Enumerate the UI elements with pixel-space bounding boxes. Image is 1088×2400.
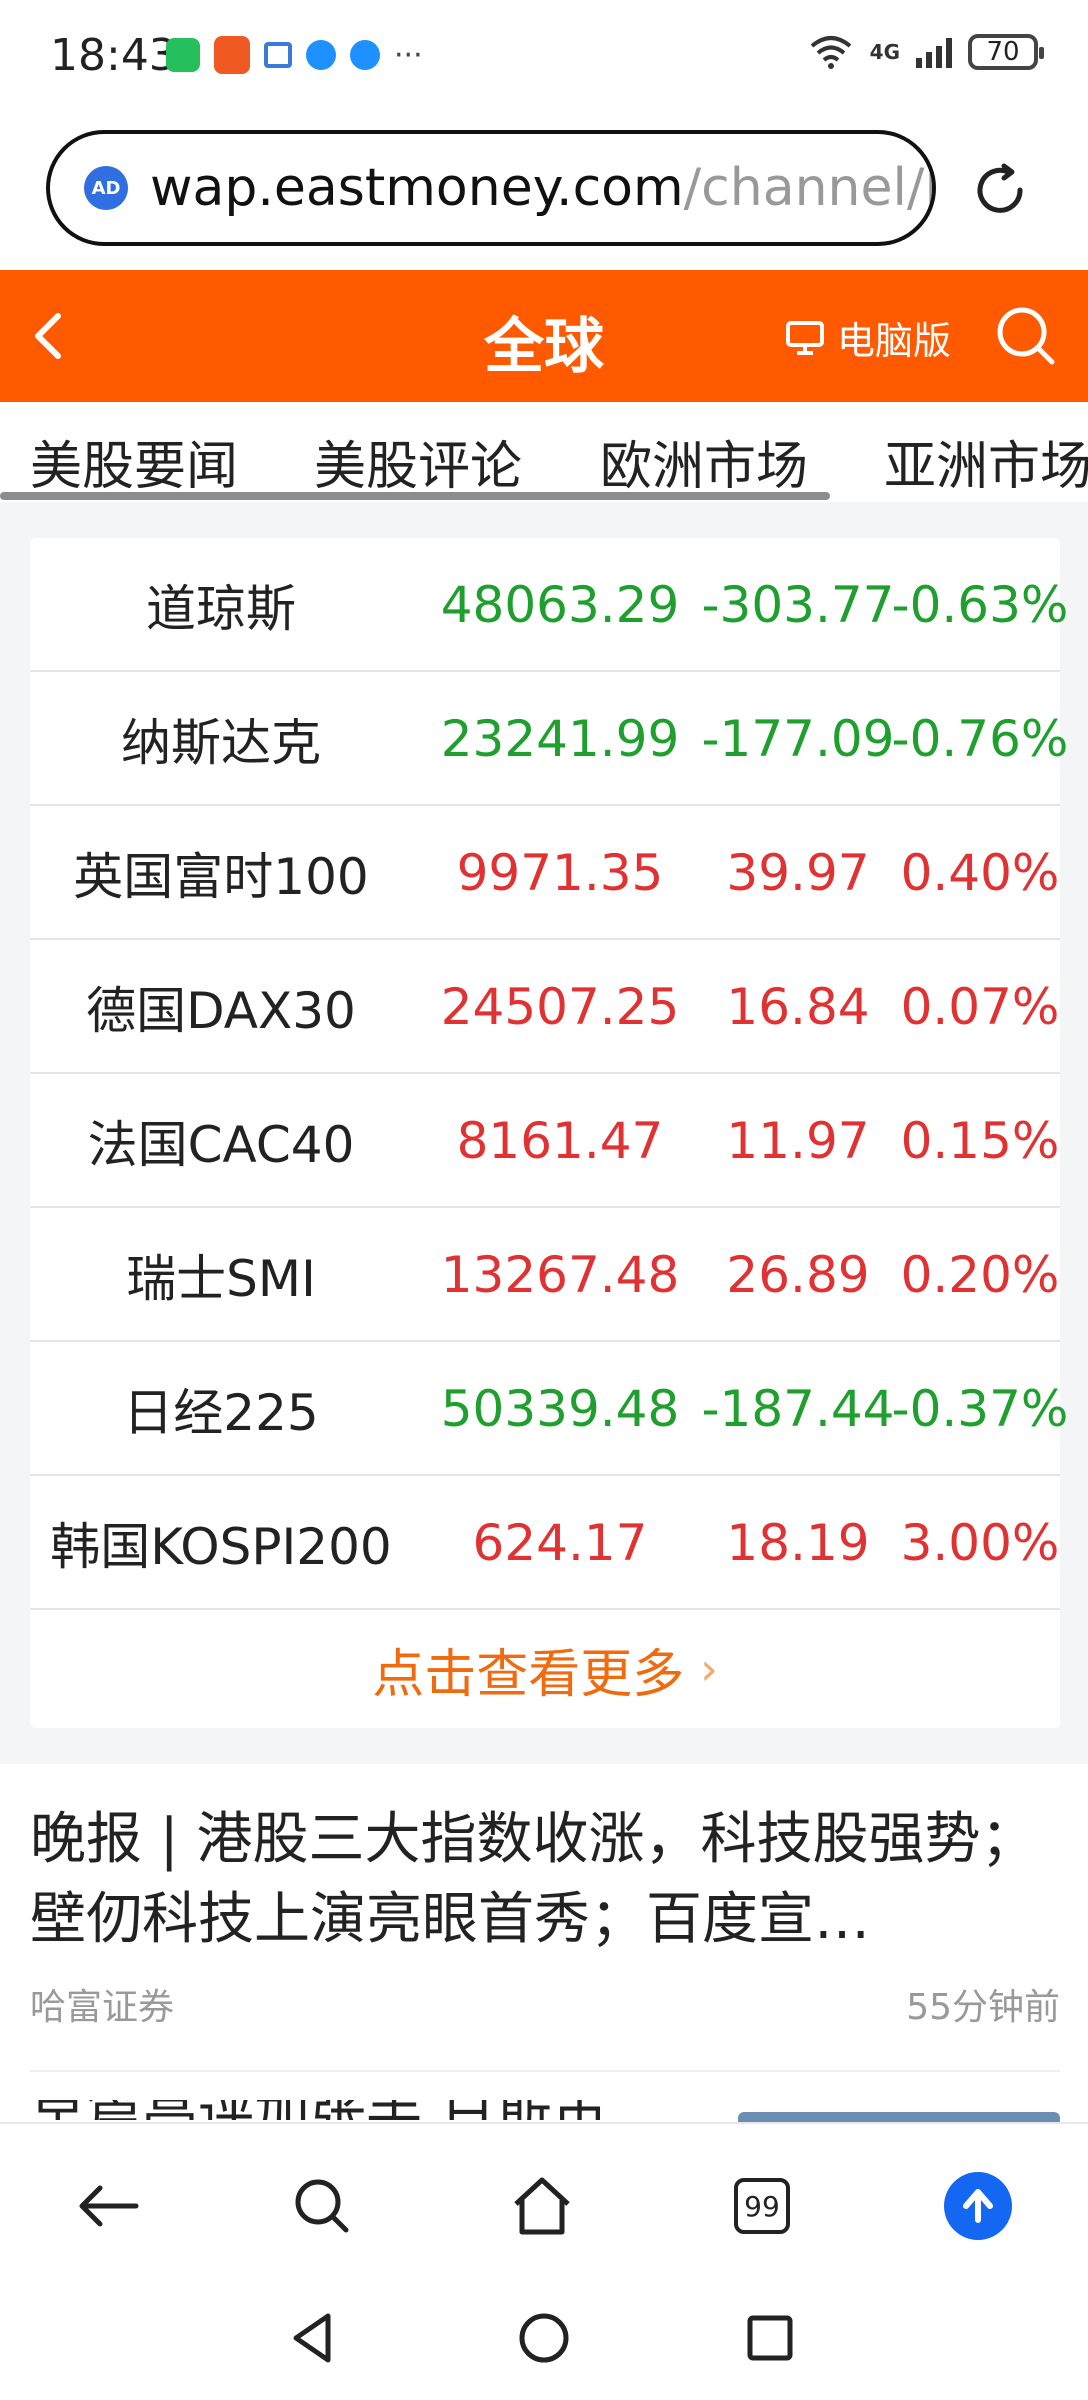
- tab-us-stock-comment[interactable]: 美股评论: [314, 424, 522, 499]
- news-title[interactable]: 晚报 | 港股三大指数收涨，科技股强势；壁仞科技上演亮眼首秀；百度宣…: [30, 1800, 1060, 1960]
- pc-version-button[interactable]: 电脑版: [785, 310, 951, 365]
- browser-tabs-button[interactable]: 99: [722, 2166, 802, 2246]
- nav-back-icon[interactable]: [284, 2308, 344, 2368]
- tab-count-icon: 99: [734, 2178, 790, 2234]
- tab-us-stock-news[interactable]: 美股要闻: [30, 424, 238, 499]
- index-row[interactable]: 纳斯达克 23241.99 -177.09 -0.76%: [30, 672, 1068, 806]
- global-index-table: 道琼斯 48063.29 -303.77 -0.63% 纳斯达克 23241.99 -177…: [30, 538, 1068, 1728]
- news-time: 55分钟前: [906, 1987, 1060, 2028]
- tab-asia-market[interactable]: 亚洲市场: [884, 424, 1088, 499]
- status-right: 4G 70: [808, 34, 1044, 70]
- index-name: 瑞士SMI: [126, 1250, 316, 1308]
- next-news-title: 早篇亮评加张手 日斯市: [30, 2100, 690, 2120]
- index-name: 道琼斯: [146, 580, 296, 638]
- address-bar[interactable]: AD wap.eastmoney.com/channel/lis: [46, 130, 936, 246]
- index-name: 纳斯达克: [121, 714, 321, 772]
- browser-toolbar: 99: [0, 2122, 1088, 2282]
- index-name: 韩国KOSPI200: [50, 1518, 392, 1576]
- index-row[interactable]: 瑞士SMI 13267.48 26.89 0.20%: [30, 1208, 1060, 1342]
- battery-icon: 70: [968, 34, 1044, 70]
- url-path: /channel/lis: [683, 158, 932, 218]
- search-icon: [295, 2179, 349, 2233]
- network-type: 4G: [869, 40, 900, 64]
- index-change-percent: -0.76%: [891, 710, 1069, 768]
- index-row[interactable]: 韩国KOSPI200 624.17 18.19 3.00%: [30, 1476, 1060, 1610]
- index-name: 英国富时100: [73, 848, 369, 906]
- url-text[interactable]: wap.eastmoney.com/channel/lis: [150, 158, 932, 218]
- news-source: 哈富证券: [30, 1987, 175, 2028]
- tab-europe-market[interactable]: 欧洲市场: [600, 424, 808, 499]
- index-change-percent: -0.63%: [891, 576, 1069, 634]
- index-name: 德国DAX30: [86, 982, 356, 1040]
- index-row[interactable]: 英国富时100 9971.35 39.97 0.40%: [30, 806, 1060, 940]
- nav-home-icon[interactable]: [514, 2308, 574, 2368]
- index-change-percent: 0.40%: [900, 844, 1060, 902]
- wechat-icon: [166, 38, 200, 72]
- divider: [30, 2070, 1060, 2072]
- nav-recents-icon[interactable]: [740, 2308, 800, 2368]
- index-change-percent: 3.00%: [900, 1514, 1060, 1572]
- chevron-right-icon: ›: [700, 1643, 718, 1695]
- home-icon: [514, 2177, 570, 2235]
- index-price: 24507.25: [440, 978, 680, 1036]
- url-host: wap.eastmoney.com: [150, 158, 684, 218]
- view-more-button[interactable]: 点击查看更多 ›: [30, 1610, 1060, 1728]
- tabs-scroll-indicator: [0, 492, 830, 500]
- notification-icons: ···: [166, 36, 423, 74]
- index-price: 48063.29: [440, 576, 680, 634]
- news-item[interactable]: 晚报 | 港股三大指数收涨，科技股强势；壁仞科技上演亮眼首秀；百度宣… 哈富证券…: [30, 1800, 1060, 2028]
- index-row[interactable]: 法国CAC40 8161.47 11.97 0.15%: [30, 1074, 1060, 1208]
- signal-icon: [916, 36, 952, 68]
- index-price: 8161.47: [456, 1112, 664, 1170]
- index-row[interactable]: 德国DAX30 24507.25 16.84 0.07%: [30, 940, 1060, 1074]
- taobao-icon: [214, 36, 250, 74]
- index-price: 624.17: [472, 1514, 648, 1572]
- browser-app-icon-2: [350, 40, 380, 70]
- index-change-percent: 0.15%: [900, 1112, 1060, 1170]
- browser-back-button[interactable]: [68, 2166, 148, 2246]
- index-name: 日经225: [123, 1384, 319, 1442]
- calendar-icon: [264, 42, 292, 68]
- browser-home-button[interactable]: [502, 2166, 582, 2246]
- search-icon[interactable]: [994, 304, 1058, 368]
- browser-search-button[interactable]: [282, 2166, 362, 2246]
- index-price: 9971.35: [456, 844, 664, 902]
- index-row[interactable]: 日经225 50339.48 -187.44 -0.37%: [30, 1342, 1068, 1476]
- index-price: 23241.99: [440, 710, 680, 768]
- arrow-up-circle-icon: [944, 2172, 1012, 2240]
- status-time: 18:43: [50, 30, 177, 81]
- index-price: 13267.48: [440, 1246, 680, 1304]
- pc-version-label: 电脑版: [837, 319, 952, 363]
- next-news-thumbnail[interactable]: [738, 2112, 1060, 2122]
- page-header: 全球 电脑版: [0, 270, 1088, 402]
- browser-app-icon: [306, 40, 336, 70]
- arrow-left-icon: [79, 2185, 139, 2227]
- more-notifications-icon: ···: [394, 37, 423, 73]
- category-tabs: 美股要闻 美股评论 欧洲市场 亚洲市场: [0, 402, 1088, 502]
- ad-block-icon[interactable]: AD: [84, 166, 128, 210]
- index-name: 法国CAC40: [87, 1116, 355, 1174]
- wifi-icon: [810, 36, 851, 69]
- system-navigation-bar: [0, 2282, 1088, 2400]
- index-change-percent: 0.07%: [900, 978, 1060, 1036]
- next-news-title-peek[interactable]: 早篇亮评加张手 日斯市: [30, 2100, 690, 2120]
- index-change-percent: -0.37%: [891, 1380, 1069, 1438]
- index-change-percent: 0.20%: [900, 1246, 1060, 1304]
- reload-icon[interactable]: [970, 160, 1030, 220]
- index-row[interactable]: 道琼斯 48063.29 -303.77 -0.63%: [30, 538, 1068, 672]
- browser-menu-button[interactable]: [938, 2166, 1018, 2246]
- index-price: 50339.48: [440, 1380, 680, 1438]
- monitor-icon: [786, 320, 824, 355]
- status-bar: 18:43 ··· 4G 70: [0, 0, 1088, 112]
- view-more-label: 点击查看更多: [372, 1644, 685, 1705]
